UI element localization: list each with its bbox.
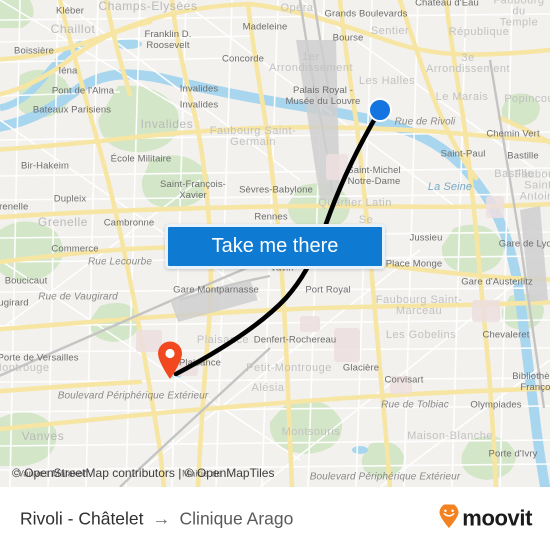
map-label: Olympiades (470, 399, 522, 411)
map-label: Boissière (14, 45, 54, 57)
map-label: Quartier Latin (318, 197, 392, 209)
map-label: Faubourg Saint- Germain (209, 125, 297, 148)
trip-summary: Rivoli - Châtelet → Clinique Arago (20, 508, 293, 529)
map-label: Sentier (370, 25, 410, 37)
map-label: Faubourg du Temple (493, 0, 545, 29)
origin-marker-rivoli-chatelet[interactable] (368, 98, 392, 122)
map-label: Faubourg Saint- Marceau (375, 294, 463, 317)
map-attribution[interactable]: © OpenStreetMap contributors | © OpenMap… (12, 466, 274, 480)
take-me-there-label: Take me there (211, 235, 339, 257)
map-label: Rue de Rivoli (394, 116, 456, 128)
moovit-pin-icon (438, 502, 460, 533)
take-me-there-button[interactable]: Take me there (165, 224, 385, 269)
map-label: Vaugirard (0, 297, 29, 309)
map-label: Kléber (55, 5, 85, 17)
map-label: Montsouris (281, 426, 341, 438)
map-label: Jussieu (409, 232, 443, 244)
map-label: Gare d'Austerlitz (461, 276, 533, 288)
map-label: Invalides (179, 99, 219, 111)
map-label: Château d'Eau (415, 0, 479, 9)
map-label: Alésia (251, 382, 285, 394)
trip-destination-label: Clinique Arago (179, 508, 294, 528)
map-label: Madeleine (242, 21, 288, 33)
map-label: Boulevard Périphérique Extérieur (309, 471, 461, 483)
map-label: Sèvres-Babylone (239, 184, 313, 196)
map-label: Chevaleret (482, 329, 530, 341)
map-label: Bourse (332, 32, 364, 44)
moovit-trip-map-screen: Kléber Champs-Elysées Grands Boulevards Opé… (0, 0, 550, 550)
map-label: 1er Arrondissement (268, 51, 354, 74)
map-label: Rue de Tolbiac (381, 399, 449, 411)
map-label: Rennes (254, 211, 288, 223)
map-label: Porte d'Ivry (488, 448, 538, 460)
map-label: Bastille (507, 150, 539, 162)
map-label: Le Marais (435, 91, 489, 103)
map-label: Chemin Vert (486, 128, 540, 140)
trip-origin-label: Rivoli - Châtelet (20, 508, 144, 528)
map-label: Bir-Hakeim (21, 160, 69, 172)
map-label: Palais Royal - Musée du Louvre (285, 85, 361, 107)
map-label: Les Gobelins (385, 329, 457, 341)
map-label: Place Monge (385, 258, 443, 270)
map-label: Cambronne (103, 217, 155, 229)
map-label: Boulevard Périphérique Extérieur (57, 390, 209, 402)
map-label: Gare Montparnasse (173, 284, 259, 296)
map-label: Maison-Blanche (407, 430, 493, 442)
map-label: Grenelle (37, 215, 89, 229)
map-label: Plaisance (196, 334, 250, 346)
map-label: Bateaux Parisiens (32, 104, 112, 116)
map-label: Iéna (58, 65, 78, 77)
map-canvas[interactable]: Kléber Champs-Elysées Grands Boulevards Opé… (0, 0, 550, 487)
footer-bar: Rivoli - Châtelet → Clinique Arago moovi… (0, 487, 550, 550)
map-label: Rue de Vaugirard (38, 291, 118, 303)
map-label: Bibliothèque François (512, 371, 550, 393)
map-label: Invalides (140, 117, 194, 131)
map-label: La Seine (427, 181, 473, 193)
map-label: 3e Arrondissement (425, 52, 511, 75)
map-label: Saint-Paul (440, 148, 486, 160)
map-label: Port Royal (305, 284, 351, 296)
map-label: École Militaire (110, 153, 172, 165)
map-label: Popincourt (504, 93, 550, 105)
map-label: Faubourg Saint-Antoine (514, 168, 550, 203)
map-label: Glacière (342, 362, 380, 374)
map-label: Champs-Elysées (98, 0, 198, 13)
map-label: Opéra (280, 2, 314, 14)
map-label: Franklin D. Roosevelt (144, 29, 192, 51)
map-label: Chaillot (50, 22, 96, 36)
map-label: Concorde (222, 53, 264, 65)
map-label: Corvisart (384, 374, 424, 386)
moovit-logo[interactable]: moovit (438, 502, 532, 533)
map-label: Petit-Montrouge (246, 362, 332, 374)
map-label: Denfert-Rochereau (253, 334, 337, 346)
map-label: Vanves (21, 429, 65, 443)
map-label: Rue Lecourbe (87, 256, 153, 268)
map-label: Commerce (51, 243, 99, 255)
map-label: Invalides (179, 83, 219, 95)
map-label: République (448, 26, 510, 38)
map-label: Pont de l'Alma (51, 85, 115, 97)
map-label: Montrouge (0, 362, 50, 374)
destination-marker-clinique-arago[interactable] (156, 340, 184, 380)
map-label: Gare de Lyon (498, 238, 550, 250)
map-label: Saint-Michel Notre-Dame (347, 165, 401, 187)
map-label: Saint-François- Xavier (160, 179, 226, 201)
arrow-right-icon: → (152, 508, 171, 528)
map-label: Boucicaut (4, 275, 48, 287)
map-label: Grands Boulevards (324, 8, 408, 20)
map-label: Les Halles (358, 75, 416, 87)
map-label: Dupleix (53, 193, 87, 205)
moovit-wordmark: moovit (462, 505, 532, 531)
map-label: Grenelle (0, 201, 29, 213)
map-label: Plaisance (178, 357, 222, 369)
